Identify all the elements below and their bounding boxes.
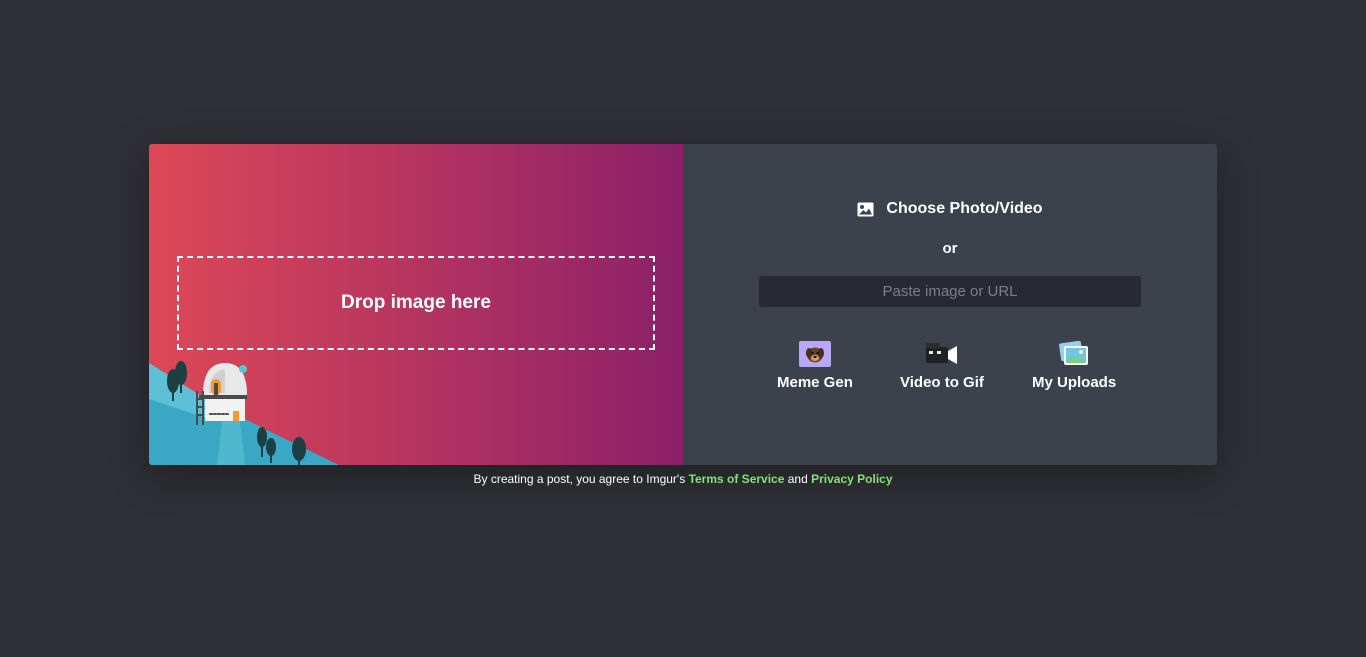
terms-notice: By creating a post, you agree to Imgur's… — [0, 472, 1366, 486]
my-uploads-button[interactable]: My Uploads — [1032, 340, 1116, 391]
meme-gen-label: Meme Gen — [777, 374, 853, 391]
upload-options: Choose Photo/Video or Paste image or URL… — [683, 144, 1217, 465]
meme-gen-button[interactable]: Meme Gen — [777, 340, 853, 391]
my-uploads-label: My Uploads — [1032, 374, 1117, 391]
terms-of-service-link[interactable]: Terms of Service — [689, 472, 785, 486]
paste-url-input[interactable] — [759, 276, 1141, 307]
video-to-gif-label: Video to Gif — [900, 374, 984, 391]
drop-area: Drop image here — [149, 144, 683, 465]
upload-panel: Drop image here Choose Photo/Video or Pa… — [149, 144, 1217, 465]
image-icon — [857, 202, 874, 216]
terms-and: and — [787, 472, 808, 486]
choose-photo-video-button[interactable]: Choose Photo/Video — [683, 200, 1217, 218]
terms-prefix: By creating a post, you agree to Imgur's — [473, 472, 686, 486]
or-separator: or — [942, 240, 958, 257]
meme-gen-icon — [798, 341, 831, 367]
video-camera-icon — [925, 343, 957, 364]
observatory-illustration — [149, 361, 339, 465]
video-to-gif-button[interactable]: Video to Gif — [900, 340, 984, 391]
drop-zone-label: Drop image here — [341, 292, 491, 313]
photos-icon — [1059, 341, 1089, 365]
choose-photo-video-label: Choose Photo/Video — [886, 200, 1043, 217]
tools-row: Meme Gen Video to Gif My Uploads — [683, 340, 1217, 396]
drop-zone[interactable]: Drop image here — [177, 256, 655, 350]
privacy-policy-link[interactable]: Privacy Policy — [811, 472, 892, 486]
